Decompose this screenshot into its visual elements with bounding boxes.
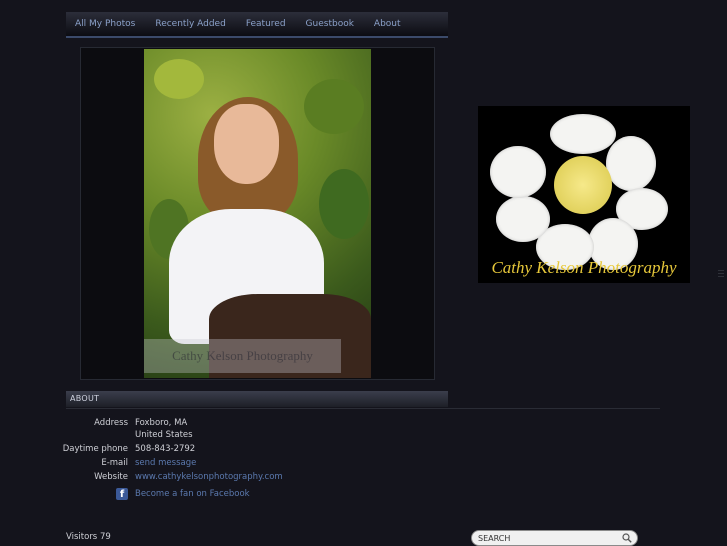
foliage (319, 169, 369, 239)
flower-center (554, 156, 612, 214)
email-row: E-mail send message (66, 457, 536, 469)
divider (66, 408, 660, 409)
photo-watermark: Cathy Kelson Photography (144, 339, 341, 373)
nav-all-my-photos[interactable]: All My Photos (66, 13, 145, 35)
visitors-count: 79 (99, 532, 111, 542)
about-heading: ABOUT (66, 391, 448, 407)
featured-photo[interactable]: Cathy Kelson Photography (144, 49, 371, 378)
flower-petal (490, 146, 546, 198)
site-logo[interactable]: Cathy Kelson Photography (478, 106, 690, 283)
nav-recently-added[interactable]: Recently Added (145, 13, 235, 35)
search-box (471, 530, 638, 546)
visitors-label: Visitors (66, 532, 98, 542)
website-row: Website www.cathykelsonphotography.com (66, 471, 536, 483)
phone-label: Daytime phone (62, 444, 128, 454)
nav-guestbook[interactable]: Guestbook (296, 13, 364, 35)
scrollbar-grip[interactable] (718, 268, 724, 282)
visitor-counter: Visitors 79 (66, 532, 111, 542)
nav-about[interactable]: About (364, 13, 411, 35)
top-navigation: All My Photos Recently Added Featured Gu… (66, 12, 448, 38)
foliage (154, 59, 204, 99)
address-label: Address (94, 418, 128, 428)
address-line2: United States (135, 430, 193, 440)
featured-photo-frame: Cathy Kelson Photography (80, 47, 435, 380)
search-icon[interactable] (622, 533, 632, 543)
address-row-2: United States (66, 429, 536, 441)
address-row: Address Foxboro, MA (66, 417, 536, 429)
logo-text: Cathy Kelson Photography (491, 258, 677, 277)
nav-featured[interactable]: Featured (236, 13, 296, 35)
website-link[interactable]: www.cathykelsonphotography.com (135, 471, 283, 483)
address-line1: Foxboro, MA (135, 418, 188, 428)
flower-petal (496, 196, 550, 242)
flower-petal (606, 136, 656, 191)
flower-petal (550, 114, 616, 154)
child-face (214, 104, 279, 184)
email-label: E-mail (101, 458, 128, 468)
search-input[interactable] (478, 532, 618, 544)
foliage (304, 79, 364, 134)
phone-row: Daytime phone 508-843-2792 (62, 443, 536, 455)
facebook-icon[interactable]: f (116, 488, 128, 500)
phone-value: 508-843-2792 (135, 444, 196, 454)
website-label: Website (94, 472, 128, 482)
send-message-link[interactable]: send message (135, 457, 196, 469)
facebook-fan-link[interactable]: Become a fan on Facebook (135, 489, 250, 499)
